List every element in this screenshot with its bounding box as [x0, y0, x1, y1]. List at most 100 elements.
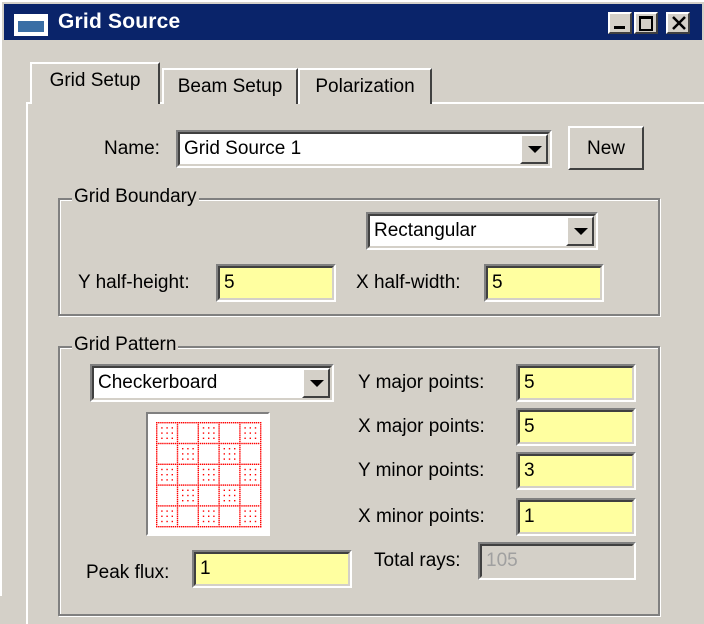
- grid-dot: [164, 526, 166, 528]
- grid-dot: [187, 489, 189, 491]
- grid-dot: [197, 513, 199, 515]
- grid-dot: [185, 505, 187, 507]
- grid-dot: [156, 488, 158, 490]
- grid-dot: [201, 442, 204, 445]
- grid-dot: [202, 474, 205, 476]
- chevron-down-icon[interactable]: [566, 216, 594, 246]
- grid-dot: [239, 444, 241, 447]
- grid-dot: [253, 442, 256, 445]
- tab-polarization[interactable]: Polarization: [298, 68, 432, 104]
- grid-dot: [187, 526, 189, 528]
- grid-dot: [260, 480, 262, 482]
- grid-dot: [260, 424, 262, 426]
- grid-dot: [218, 480, 220, 482]
- grid-dot: [187, 484, 189, 486]
- y-minor-points-input[interactable]: 3: [516, 452, 636, 490]
- grid-dot: [176, 447, 179, 449]
- grid-dot: [234, 448, 236, 450]
- peak-flux-input[interactable]: 1: [192, 550, 352, 588]
- grid-dot: [181, 505, 183, 507]
- chevron-down-icon[interactable]: [520, 134, 548, 164]
- grid-dot: [228, 442, 231, 445]
- grid-dot: [218, 486, 220, 488]
- title-bar[interactable]: Grid Source: [4, 4, 702, 40]
- grid-dot: [260, 523, 262, 526]
- grid-dot: [156, 428, 158, 430]
- grid-dot: [257, 484, 260, 486]
- grid-dot: [158, 505, 160, 507]
- grid-dot: [197, 465, 199, 468]
- grid-dot: [176, 436, 179, 438]
- grid-dot: [156, 507, 158, 509]
- minimize-button[interactable]: [608, 12, 632, 34]
- grid-dot: [218, 432, 220, 434]
- grid-dot: [160, 484, 162, 486]
- grid-dot: [243, 422, 245, 424]
- grid-dot: [260, 501, 262, 503]
- grid-dot: [197, 467, 199, 470]
- grid-dot: [161, 515, 163, 517]
- grid-dot: [185, 526, 187, 528]
- grid-dot: [156, 467, 158, 470]
- grid-dot: [243, 484, 245, 486]
- grid-dot: [218, 428, 220, 430]
- grid-dot: [257, 442, 260, 445]
- grid-dot: [185, 442, 187, 445]
- grid-dot: [182, 448, 184, 450]
- grid-source-window: Grid Source Grid Setup Beam Setup Polari…: [0, 0, 704, 624]
- grid-dot: [168, 484, 170, 486]
- grid-dot: [239, 494, 241, 497]
- x-half-width-input[interactable]: 5: [484, 264, 604, 302]
- grid-dot: [234, 489, 236, 491]
- grid-dot: [156, 422, 158, 424]
- grid-dot: [249, 520, 251, 523]
- grid-dot: [260, 447, 262, 449]
- chevron-down-icon[interactable]: [302, 368, 330, 398]
- grid-dot: [183, 505, 185, 507]
- maximize-button[interactable]: [634, 12, 658, 34]
- close-button[interactable]: [666, 12, 690, 34]
- grid-dot: [222, 484, 224, 486]
- grid-dot: [197, 430, 199, 432]
- grid-dot: [239, 438, 241, 440]
- tab-beam-setup[interactable]: Beam Setup: [162, 68, 298, 104]
- grid-dot: [176, 453, 179, 455]
- grid-dot: [244, 510, 246, 512]
- grid-dot: [218, 444, 220, 447]
- y-major-points-input[interactable]: 5: [516, 364, 636, 402]
- grid-dot: [191, 505, 193, 507]
- y-half-height-input[interactable]: 5: [216, 264, 336, 302]
- grid-dot: [197, 440, 199, 443]
- grid-dot: [235, 463, 237, 465]
- grid-dot: [156, 492, 158, 495]
- x-major-points-input[interactable]: 5: [516, 408, 636, 446]
- grid-dot: [197, 469, 199, 472]
- grid-dot: [254, 520, 257, 523]
- grid-dot: [260, 426, 262, 428]
- grid-dot: [214, 442, 216, 445]
- tab-grid-setup[interactable]: Grid Setup: [30, 62, 160, 104]
- grid-dot: [197, 517, 199, 520]
- grid-dot: [156, 436, 158, 438]
- grid-dot: [230, 526, 233, 528]
- grid-dot: [202, 479, 205, 481]
- grid-dot: [197, 519, 199, 522]
- grid-dot: [197, 476, 199, 478]
- grid-dot: [260, 521, 262, 524]
- boundary-shape-dropdown[interactable]: Rectangular: [366, 212, 598, 250]
- grid-dot: [260, 478, 262, 480]
- grid-dot: [249, 510, 251, 512]
- new-button[interactable]: New: [568, 126, 644, 170]
- grid-pattern-title: Grid Pattern: [72, 334, 179, 356]
- grid-dot: [218, 461, 220, 463]
- grid-dot: [176, 434, 179, 436]
- grid-dot: [208, 422, 210, 424]
- x-minor-points-input[interactable]: 1: [516, 498, 636, 536]
- grid-dot: [260, 509, 262, 511]
- name-dropdown[interactable]: Grid Source 1: [176, 130, 552, 168]
- grid-dot: [239, 447, 241, 449]
- pattern-type-dropdown[interactable]: Checkerboard: [90, 364, 334, 402]
- grid-dot: [218, 499, 220, 501]
- grid-dot: [164, 463, 166, 465]
- grid-dot: [220, 526, 222, 528]
